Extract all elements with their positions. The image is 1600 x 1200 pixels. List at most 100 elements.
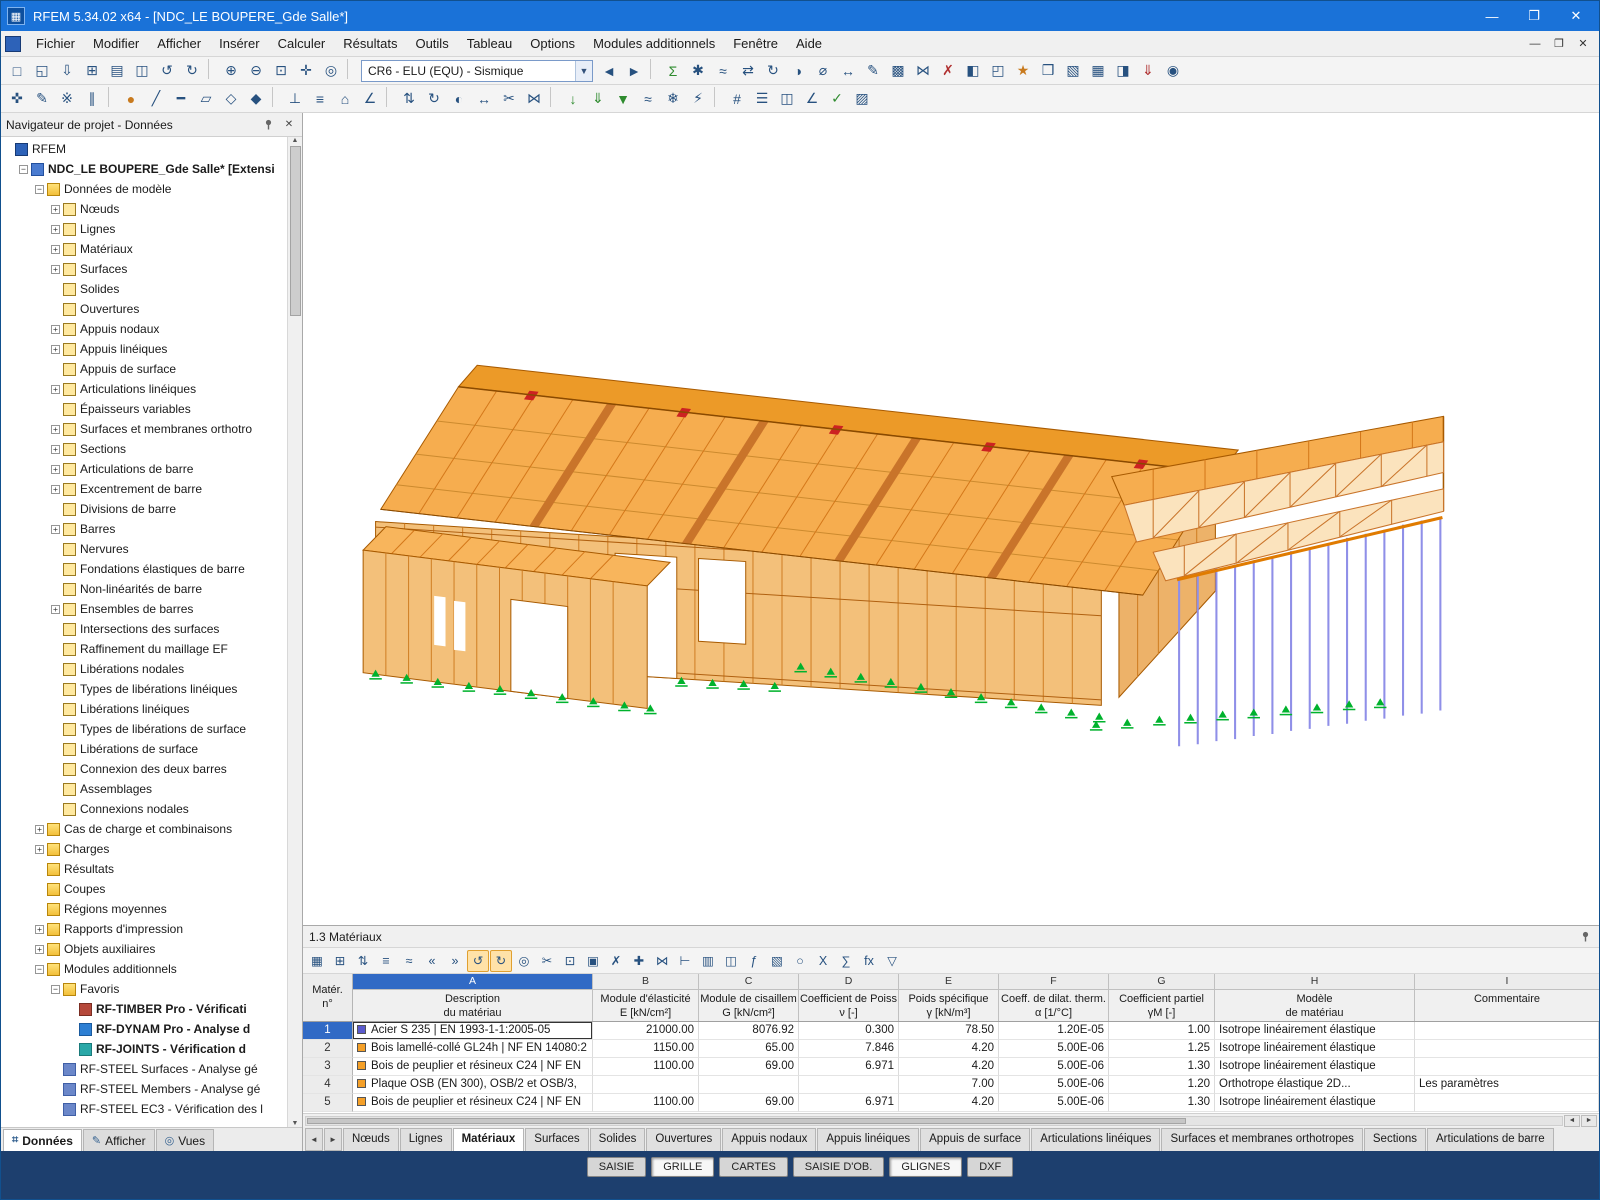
zoom-in-icon[interactable]: ⊕ <box>219 59 243 83</box>
table-undo-icon[interactable]: ↺ <box>467 950 489 972</box>
expand-toggle-icon[interactable]: + <box>35 925 44 934</box>
comment-cell[interactable]: Les paramètres <box>1415 1076 1599 1094</box>
scroll-down-icon[interactable]: ▼ <box>292 1120 299 1127</box>
table-merge-icon[interactable]: ⋈ <box>651 950 673 972</box>
isolate-icon[interactable]: ◰ <box>986 59 1010 83</box>
tree-item[interactable]: Divisions de barre <box>1 499 287 519</box>
mdi-close-icon[interactable]: ✕ <box>1571 34 1595 54</box>
save-icon[interactable]: ⇩ <box>55 59 79 83</box>
tree-item[interactable]: RFEM <box>1 139 287 159</box>
comment-cell[interactable] <box>1415 1022 1599 1040</box>
table-tab[interactable]: Nœuds <box>343 1128 399 1151</box>
comment-icon[interactable]: ✎ <box>861 59 885 83</box>
menu-item[interactable]: Fichier <box>27 32 84 55</box>
table-copy-icon[interactable]: ⊡ <box>559 950 581 972</box>
excel-export-icon[interactable]: X <box>812 950 834 972</box>
tree-item[interactable]: Ouvertures <box>1 299 287 319</box>
thermal-coefficient-cell[interactable]: 5.00E-06 <box>999 1076 1109 1094</box>
poisson-cell[interactable] <box>799 1076 899 1094</box>
connect-members-icon[interactable]: ⋈ <box>911 59 935 83</box>
partial-factor-cell[interactable]: 1.30 <box>1109 1094 1215 1112</box>
expand-toggle-icon[interactable]: + <box>51 525 60 534</box>
color-render-icon[interactable]: ▨ <box>850 87 874 111</box>
partial-factor-cell[interactable]: 1.25 <box>1109 1040 1215 1058</box>
tree-item[interactable]: RF-STEEL Surfaces - Analyse gé <box>1 1059 287 1079</box>
intersect-icon[interactable]: ⋈ <box>522 87 546 111</box>
pin-icon[interactable] <box>1577 929 1593 945</box>
table-insert-row-icon[interactable]: ✚ <box>628 950 650 972</box>
expand-toggle-icon[interactable]: + <box>51 445 60 454</box>
full-view-icon[interactable]: ◎ <box>319 59 343 83</box>
menu-item[interactable]: Calculer <box>269 32 335 55</box>
nodal-support-icon[interactable]: ⊥ <box>283 87 307 111</box>
material-description-cell[interactable]: Bois de peuplier et résineux C24 | NF EN <box>353 1058 593 1076</box>
tree-item[interactable]: + Articulations de barre <box>1 459 287 479</box>
mirror-copy-icon[interactable]: ◐ <box>447 87 471 111</box>
tree-item[interactable]: + Surfaces et membranes orthotro <box>1 419 287 439</box>
tree-item[interactable]: Libérations linéiques <box>1 699 287 719</box>
trim-icon[interactable]: ✂ <box>497 87 521 111</box>
table-filter-icon[interactable]: ▽ <box>881 950 903 972</box>
snow-load-icon[interactable]: ❄ <box>661 87 685 111</box>
separator[interactable] <box>714 87 721 107</box>
table-horizontal-scrollbar[interactable]: ◄ ► <box>303 1113 1599 1127</box>
expand-toggle-icon[interactable]: + <box>51 225 60 234</box>
table-row[interactable]: 5 Bois de peuplier et résineux C24 | NF … <box>303 1094 1599 1112</box>
tree-item[interactable]: Intersections des surfaces <box>1 619 287 639</box>
table-redo-icon[interactable]: ↻ <box>490 950 512 972</box>
menu-item[interactable]: Afficher <box>148 32 210 55</box>
column-letter[interactable]: G <box>1109 974 1215 989</box>
elastic-modulus-cell[interactable]: 1150.00 <box>593 1040 699 1058</box>
report-icon[interactable]: ❒ <box>1036 59 1060 83</box>
specific-weight-cell[interactable]: 4.20 <box>899 1040 999 1058</box>
table-sum-icon[interactable]: ∑ <box>835 950 857 972</box>
comment-cell[interactable] <box>1415 1094 1599 1112</box>
poisson-cell[interactable]: 6.971 <box>799 1058 899 1076</box>
table-tab[interactable]: Sections <box>1364 1128 1426 1151</box>
favorites-icon[interactable]: ★ <box>1011 59 1035 83</box>
scroll-up-icon[interactable]: ▲ <box>292 137 299 144</box>
tree-item[interactable]: Régions moyennes <box>1 899 287 919</box>
material-model-cell[interactable]: Isotrope linéairement élastique <box>1215 1040 1415 1058</box>
table-refresh-icon[interactable]: ◎ <box>513 950 535 972</box>
model-3d-view[interactable] <box>303 113 1599 925</box>
menu-item[interactable]: Résultats <box>334 32 406 55</box>
tree-item[interactable]: + Sections <box>1 439 287 459</box>
new-line-icon[interactable]: ╱ <box>144 87 168 111</box>
separator[interactable] <box>550 87 557 107</box>
column-header[interactable]: Poids spécifique γ [kN/m³] <box>899 990 999 1021</box>
tree-item[interactable]: RF-JOINTS - Vérification d <box>1 1039 287 1059</box>
separator[interactable] <box>208 59 215 79</box>
separator[interactable] <box>650 59 657 79</box>
row-number[interactable]: 2 <box>303 1040 353 1058</box>
tree-item[interactable]: Assemblages <box>1 779 287 799</box>
status-toggle[interactable]: DXF <box>967 1157 1013 1177</box>
shear-modulus-cell[interactable]: 65.00 <box>699 1040 799 1058</box>
status-toggle[interactable]: GRILLE <box>651 1157 714 1177</box>
menu-item[interactable]: Fenêtre <box>724 32 787 55</box>
dimension-icon[interactable]: ↔ <box>836 59 860 83</box>
expand-toggle-icon[interactable]: + <box>51 245 60 254</box>
new-model-icon[interactable]: □ <box>5 59 29 83</box>
column-header[interactable]: Description du matériau <box>353 990 593 1021</box>
tree-item[interactable]: + Matériaux <box>1 239 287 259</box>
tables-toggle-icon[interactable]: ▦ <box>1086 59 1110 83</box>
tree-item[interactable]: − Modules additionnels <box>1 959 287 979</box>
panel-toggle-icon[interactable]: ◨ <box>1111 59 1135 83</box>
elastic-modulus-cell[interactable]: 21000.00 <box>593 1022 699 1040</box>
scroll-right-icon[interactable]: ► <box>1581 1115 1597 1127</box>
shear-modulus-cell[interactable]: 8076.92 <box>699 1022 799 1040</box>
shear-modulus-cell[interactable]: 69.00 <box>699 1094 799 1112</box>
status-toggle[interactable]: SAISIE <box>587 1157 646 1177</box>
poisson-cell[interactable]: 6.971 <box>799 1094 899 1112</box>
tree-item[interactable]: + Appuis linéiques <box>1 339 287 359</box>
tree-item[interactable]: − NDC_LE BOUPERE_Gde Salle* [Extensi <box>1 159 287 179</box>
new-surface-icon[interactable]: ▱ <box>194 87 218 111</box>
tree-item[interactable]: + Ensembles de barres <box>1 599 287 619</box>
table-layout-icon[interactable]: ◫ <box>720 950 742 972</box>
elastic-modulus-cell[interactable]: 1100.00 <box>593 1058 699 1076</box>
tree-item[interactable]: Raffinement du maillage EF <box>1 639 287 659</box>
delete-icon[interactable]: ✗ <box>936 59 960 83</box>
thermal-coefficient-cell[interactable]: 1.20E-05 <box>999 1022 1109 1040</box>
tree-item[interactable]: Connexions nodales <box>1 799 287 819</box>
